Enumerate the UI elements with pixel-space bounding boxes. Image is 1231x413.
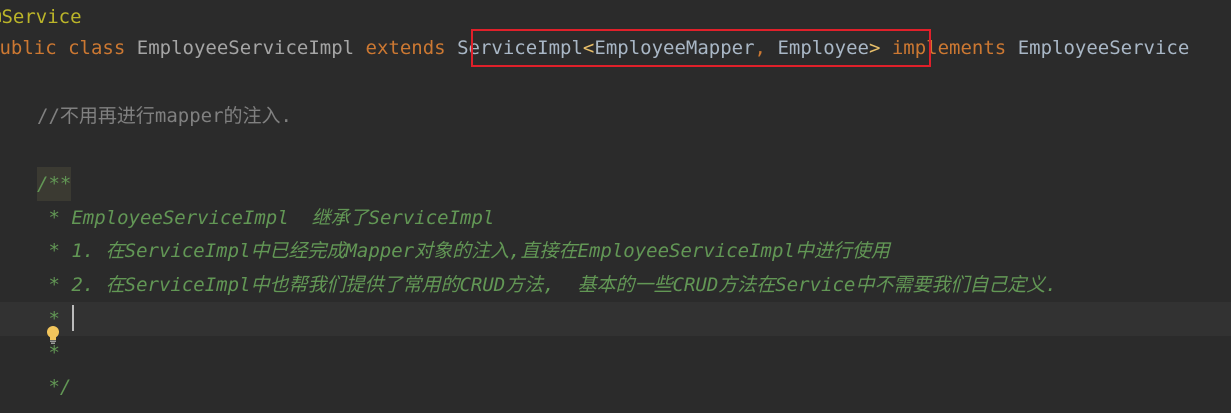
keyword-public: public bbox=[0, 37, 57, 59]
keyword-class: class bbox=[68, 37, 126, 59]
code-line-comment[interactable]: //不用再进行mapper的注入. bbox=[0, 99, 1231, 133]
keyword-extends: extends bbox=[365, 37, 446, 59]
code-line-doc-3[interactable]: * 2. 在ServiceImpl中也帮我们提供了常用的CRUD方法, 基本的一… bbox=[0, 268, 1231, 302]
line-comment: //不用再进行mapper的注入. bbox=[37, 105, 292, 127]
class-name: EmployeeServiceImpl bbox=[136, 37, 355, 59]
code-line-doc-4-current[interactable]: * bbox=[0, 302, 1231, 336]
code-line-doc-1[interactable]: * EmployeeServiceImpl 继承了ServiceImpl bbox=[0, 201, 1231, 235]
lightbulb-icon[interactable] bbox=[0, 303, 59, 344]
code-line-doc-close[interactable]: */ bbox=[0, 370, 1231, 404]
doc-comment-line: * 1. 在ServiceImpl中已经完成Mapper对象的注入,直接在Emp… bbox=[37, 240, 890, 262]
service-annotation: @Service bbox=[0, 6, 82, 28]
doc-comment-line: * EmployeeServiceImpl 继承了ServiceImpl bbox=[37, 207, 495, 229]
doc-comment-close: */ bbox=[37, 376, 72, 398]
doc-comment-line: * 2. 在ServiceImpl中也帮我们提供了常用的CRUD方法, 基本的一… bbox=[37, 274, 1057, 296]
highlight-box bbox=[471, 29, 931, 67]
code-line-doc-5[interactable]: * bbox=[0, 336, 1231, 370]
interface-name: EmployeeService bbox=[1017, 37, 1190, 59]
doc-comment-open: /** bbox=[37, 167, 72, 201]
code-editor[interactable]: @Service public class EmployeeServiceImp… bbox=[0, 0, 1231, 413]
code-line-doc-2[interactable]: * 1. 在ServiceImpl中已经完成Mapper对象的注入,直接在Emp… bbox=[0, 234, 1231, 268]
code-line-doc-open[interactable]: /** bbox=[0, 167, 1231, 201]
text-caret bbox=[72, 305, 74, 331]
